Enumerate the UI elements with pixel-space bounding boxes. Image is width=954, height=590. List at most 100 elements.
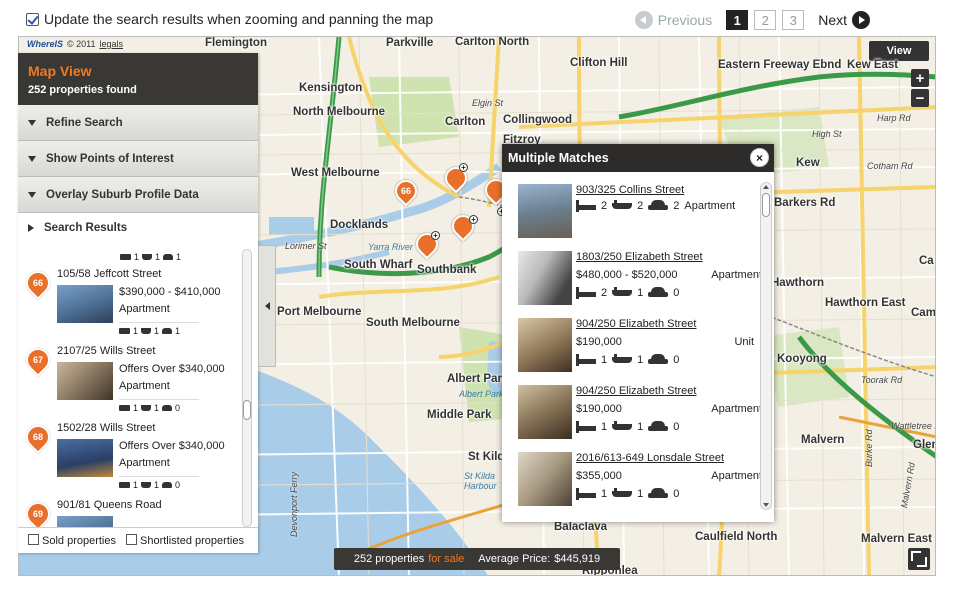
match-icons: 1 1 0 [576, 488, 679, 500]
popup-title: Multiple Matches [502, 144, 774, 172]
close-button[interactable]: × [750, 148, 769, 167]
car-icon [162, 482, 173, 488]
result-thumbnail[interactable] [57, 516, 113, 527]
accordion-label: Search Results [44, 222, 128, 234]
list-item[interactable]: 67 2107/25 Wills Street Offers Over $340… [21, 342, 258, 419]
triangle-down-icon [28, 119, 36, 126]
match-thumbnail[interactable] [518, 385, 572, 439]
shortlisted-properties-checkbox[interactable]: Shortlisted properties [126, 534, 244, 547]
road-label: Harp Rd [877, 113, 911, 123]
panel-header: Map View 252 properties found [18, 53, 258, 105]
accordion-points-of-interest[interactable]: Show Points of Interest [18, 141, 258, 177]
previous-button[interactable]: Previous [634, 11, 713, 29]
list-item[interactable]: 904/250 Elizabeth Street $190,000 Unit 1… [516, 316, 762, 383]
legals-link[interactable]: legals [100, 39, 124, 49]
map-label: Cam [911, 307, 936, 319]
bath-icon [612, 488, 633, 500]
car-icon [648, 354, 669, 366]
update-on-zoom-checkbox[interactable]: Update the search results when zooming a… [26, 11, 433, 27]
bed-icon [119, 328, 130, 334]
result-icons: 1 1 1 [24, 249, 258, 265]
result-price: Offers Over $340,000 [119, 440, 225, 452]
checkbox-checked-icon[interactable] [26, 12, 39, 26]
result-price: Offers Over $340,000 [119, 363, 225, 375]
search-results-list[interactable]: 1 1 1 66 105/58 Jeffcott Street $390,000… [18, 249, 258, 527]
result-thumbnail[interactable] [57, 439, 113, 477]
view-button[interactable]: View [869, 41, 929, 61]
cluster-plus-icon[interactable]: + [459, 163, 468, 172]
result-title[interactable]: 105/58 Jeffcott Street [57, 268, 161, 280]
result-thumbnail[interactable] [57, 362, 113, 400]
match-thumbnail[interactable] [518, 452, 572, 506]
list-item[interactable]: 1803/250 Elizabeth Street $480,000 - $52… [516, 249, 762, 316]
list-item[interactable]: 68 1502/28 Wills Street Offers Over $340… [21, 419, 258, 496]
map-label: Port Melbourne [277, 306, 362, 318]
result-icons: 1 1 0 [119, 476, 199, 490]
sold-properties-checkbox[interactable]: Sold properties [28, 534, 116, 547]
list-item[interactable]: 69 901/81 Queens Road [21, 496, 258, 527]
map-label: Barkers Rd [774, 197, 836, 209]
popup-scrollbar[interactable] [760, 182, 772, 510]
accordion-label: Overlay Suburb Profile Data [46, 188, 199, 201]
results-scrollbar[interactable] [242, 249, 252, 527]
scrollbar-thumb[interactable] [762, 193, 770, 217]
result-pin: 68 [21, 420, 55, 454]
bath-icon [141, 482, 152, 488]
accordion-search-results[interactable]: Search Results [18, 213, 258, 243]
match-title-link[interactable]: 2016/613-649 Lonsdale Street [576, 452, 724, 464]
scroll-up-arrow-icon[interactable] [763, 185, 769, 189]
checkbox-icon[interactable] [126, 534, 137, 545]
checkbox-icon[interactable] [28, 534, 39, 545]
fullscreen-icon[interactable] [908, 548, 930, 570]
map-label: Collingwood [503, 114, 572, 126]
match-title-link[interactable]: 904/250 Elizabeth Street [576, 385, 696, 397]
accordion-suburb-profile[interactable]: Overlay Suburb Profile Data [18, 177, 258, 213]
car-icon [648, 200, 669, 212]
map-label: West Melbourne [291, 167, 380, 179]
list-item[interactable]: 904/250 Elizabeth Street $190,000 Apartm… [516, 383, 762, 450]
update-on-zoom-label: Update the search results when zooming a… [44, 11, 434, 27]
result-title[interactable]: 901/81 Queens Road [57, 499, 162, 511]
page-1-button[interactable]: 1 [726, 10, 749, 30]
match-title-link[interactable]: 903/325 Collins Street [576, 184, 684, 196]
zoom-out-button[interactable]: − [911, 89, 929, 107]
bed-icon [576, 200, 596, 212]
previous-label: Previous [657, 12, 713, 28]
collapse-panel-button[interactable] [258, 245, 276, 367]
list-item[interactable]: 903/325 Collins Street 2 2 2 Apartment [516, 182, 762, 249]
list-item[interactable]: 66 105/58 Jeffcott Street $390,000 - $41… [21, 265, 258, 342]
match-thumbnail[interactable] [518, 184, 572, 238]
scroll-down-arrow-icon[interactable] [763, 503, 769, 507]
match-thumbnail[interactable] [518, 251, 572, 305]
page-3-button[interactable]: 3 [782, 10, 805, 30]
result-title[interactable]: 1502/28 Wills Street [57, 422, 155, 434]
match-title-link[interactable]: 1803/250 Elizabeth Street [576, 251, 703, 263]
list-item[interactable]: 2016/613-649 Lonsdale Street $355,000 Ap… [516, 450, 762, 512]
match-thumbnail[interactable] [518, 318, 572, 372]
result-thumbnail[interactable] [57, 285, 113, 323]
match-icons: 1 1 0 [576, 421, 679, 433]
map-label: South Wharf [344, 259, 413, 271]
next-button[interactable]: Next [818, 11, 870, 29]
map-label: South Melbourne [366, 317, 460, 329]
zoom-in-button[interactable]: + [911, 69, 929, 87]
cluster-plus-icon[interactable]: + [431, 231, 440, 240]
result-title[interactable]: 2107/25 Wills Street [57, 345, 155, 357]
page-2-button[interactable]: 2 [754, 10, 777, 30]
car-icon [648, 488, 669, 500]
panel-title: Map View [28, 63, 92, 79]
match-icons: 2 2 2 Apartment [576, 200, 735, 212]
cluster-plus-icon[interactable]: + [469, 215, 478, 224]
top-bar: Update the search results when zooming a… [0, 0, 954, 36]
accordion-refine-search[interactable]: Refine Search [18, 105, 258, 141]
scrollbar-thumb[interactable] [243, 400, 251, 420]
match-type: Apartment [684, 200, 736, 212]
chevron-left-icon [264, 302, 270, 310]
result-price: $390,000 - $410,000 [119, 286, 221, 298]
water-label: Yarra River [368, 242, 413, 252]
multiple-matches-popup: Multiple Matches × 903/325 Collins Stree… [502, 144, 774, 522]
map-label: Carlton North [455, 36, 530, 48]
previous-arrow-icon [634, 11, 653, 29]
matches-list[interactable]: 903/325 Collins Street 2 2 2 Apartment 1… [516, 182, 762, 512]
match-title-link[interactable]: 904/250 Elizabeth Street [576, 318, 696, 330]
